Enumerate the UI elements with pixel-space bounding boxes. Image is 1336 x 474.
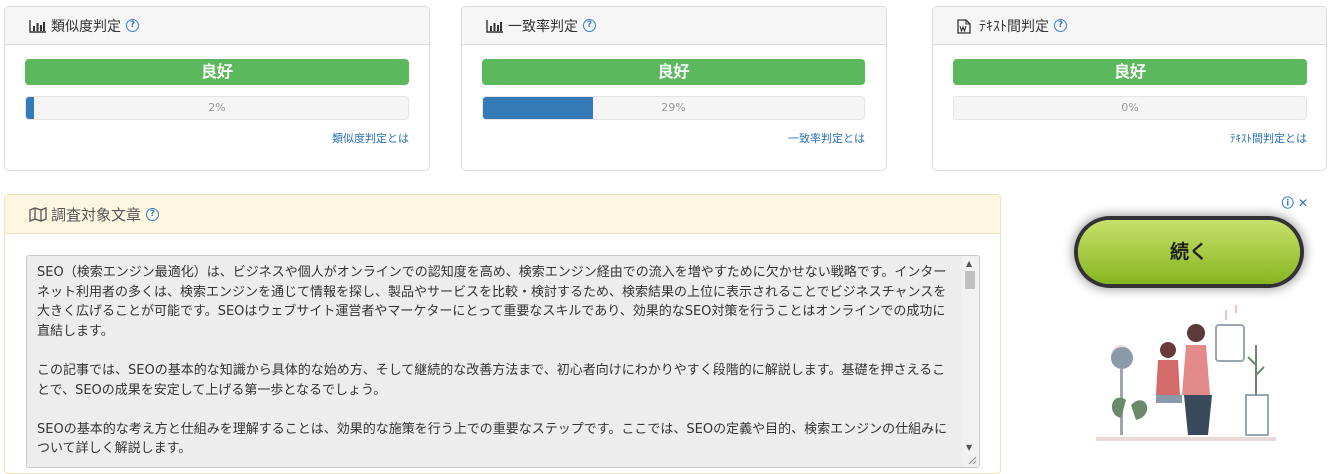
map-icon (29, 206, 47, 222)
paragraph: この記事では、SEOの基本的な知識から具体的な始め方、そして継続的な改善方法まで… (37, 362, 946, 398)
card-header: 一致率判定 ? (462, 7, 886, 45)
similarity-card: 類似度判定 ? (4, 6, 430, 171)
ad-close-icon[interactable]: ⓘ ✕ (1282, 194, 1308, 211)
bar-chart-icon (486, 19, 504, 33)
scrollbar[interactable]: ▲ ▼ (962, 256, 979, 467)
scroll-down-icon[interactable]: ▼ (966, 443, 972, 452)
match-rate-progress-bar: 29% (482, 96, 865, 120)
bar-chart-icon (29, 19, 47, 33)
progress-label: 29% (661, 101, 686, 114)
scroll-thumb[interactable] (965, 271, 975, 289)
progress-label: 2% (208, 101, 226, 114)
continue-button[interactable]: 続く (1078, 220, 1300, 284)
help-icon[interactable]: ? (583, 19, 596, 32)
target-text-panel: 調査対象文章 ? SEO（検索エンジン最適化）は、ビジネスや個人がオンラインでの… (4, 194, 1001, 474)
word-document-icon (957, 18, 975, 34)
target-text-area[interactable]: SEO（検索エンジン最適化）は、ビジネスや個人がオンラインでの認知度を高め、検索… (26, 255, 980, 468)
inter-text-info-link[interactable]: ﾃｷｽﾄ間判定とは (953, 130, 1307, 146)
inter-text-result-badge: 良好 (953, 59, 1307, 85)
panel-title: 調査対象文章 (51, 205, 142, 224)
similarity-info-link[interactable]: 類似度判定とは (25, 130, 409, 146)
resize-handle-icon[interactable] (967, 455, 977, 465)
match-rate-card: 一致率判定 ? (461, 6, 887, 171)
help-icon[interactable]: ? (126, 19, 139, 32)
inter-text-progress-bar: 0% (953, 96, 1307, 120)
help-icon[interactable]: ? (1054, 19, 1067, 32)
ad-panel: ⓘ ✕ 続く (1066, 190, 1316, 450)
scroll-up-icon[interactable]: ▲ (966, 259, 972, 268)
match-rate-info-link[interactable]: 一致率判定とは (482, 130, 865, 146)
match-rate-result-badge: 良好 (482, 59, 865, 85)
card-title: 類似度判定 (51, 18, 121, 35)
inter-text-card: ﾃｷｽﾄ間判定 ? (932, 6, 1327, 171)
text-content: SEO（検索エンジン最適化）は、ビジネスや個人がオンラインでの認知度を高め、検索… (37, 263, 952, 467)
help-icon[interactable]: ? (146, 207, 160, 221)
similarity-result-badge: 良好 (25, 59, 409, 85)
card-title: 一致率判定 (508, 18, 578, 35)
progress-label: 0% (1121, 101, 1139, 114)
card-header: ﾃｷｽﾄ間判定 ? (933, 7, 1326, 45)
card-header: 類似度判定 ? (5, 7, 429, 45)
similarity-progress-bar: 2% (25, 96, 409, 120)
panel-header: 調査対象文章 ? (5, 195, 1000, 234)
card-title: ﾃｷｽﾄ間判定 (979, 18, 1049, 35)
salon-illustration-icon (1096, 305, 1276, 441)
paragraph: SEO（検索エンジン最適化）は、ビジネスや個人がオンラインでの認知度を高め、検索… (37, 265, 947, 339)
paragraph: SEOの基本的な考え方と仕組みを理解することは、効果的な施策を行う上での重要なス… (37, 421, 948, 457)
